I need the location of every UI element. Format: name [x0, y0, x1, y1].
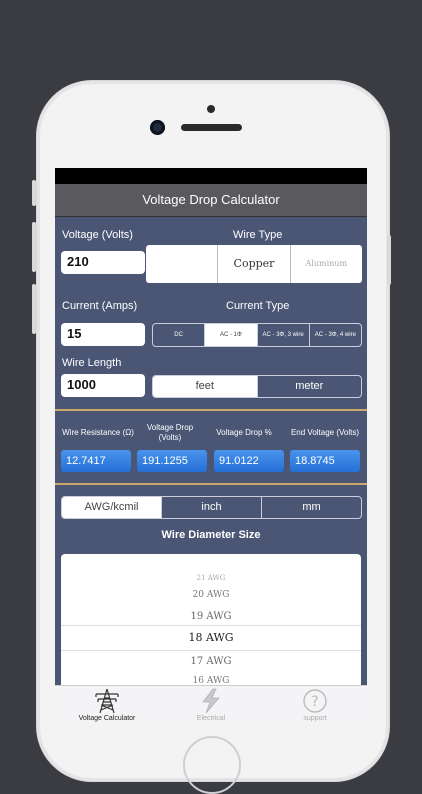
picker-item-selected[interactable]: 18 AWG [61, 631, 361, 644]
svg-text:?: ? [311, 694, 318, 710]
end-voltage-value: 18.8745 [290, 450, 360, 472]
tab-support[interactable]: ? support [263, 686, 367, 723]
wire-type-option-copper[interactable]: Copper [217, 245, 289, 283]
voltage-input[interactable]: 210 [61, 251, 145, 274]
wire-resistance-label: Wire Resistance (Ω) [62, 428, 134, 437]
tab-label: Electrical [196, 715, 226, 722]
app-screen: Voltage Drop Calculator Voltage (Volts) … [55, 168, 367, 723]
question-mark-icon: ? [303, 689, 327, 713]
wire-diameter-title: Wire Diameter Size [161, 529, 261, 541]
front-camera [150, 120, 165, 135]
volume-up-button [32, 222, 36, 272]
length-unit-feet[interactable]: feet [153, 376, 257, 397]
power-button [387, 235, 391, 285]
end-voltage-label: End Voltage (Volts) [290, 428, 360, 437]
volume-down-button [32, 284, 36, 334]
current-type-dc[interactable]: DC [153, 324, 204, 346]
current-type-ac-three-3wire[interactable]: AC - 3Φ, 3 wire [256, 324, 309, 346]
picker-item[interactable]: 21 AWG [61, 574, 361, 582]
wire-length-input[interactable]: 1000 [61, 374, 145, 397]
voltage-label: Voltage (Volts) [62, 229, 133, 241]
length-unit-selector[interactable]: feet meter [152, 375, 362, 398]
picker-item[interactable]: 19 AWG [61, 611, 361, 622]
wire-type-option-aluminum[interactable]: Aluminum [289, 245, 362, 283]
wire-type-label: Wire Type [233, 229, 283, 241]
tab-label: support [303, 715, 327, 722]
tab-bar: Voltage Calculator Electrical ? support [55, 685, 367, 723]
voltage-drop-label: Voltage Drop (Volts) [146, 423, 194, 442]
wire-resistance-value: 12.7417 [61, 450, 131, 472]
wire-length-label: Wire Length [62, 357, 122, 369]
voltage-drop-pct-label: Voltage Drop % [216, 428, 272, 437]
power-tower-icon [95, 688, 119, 714]
status-bar [55, 168, 367, 184]
section-divider [55, 483, 367, 485]
wire-type-selector[interactable]: Copper Aluminum [146, 245, 362, 283]
size-unit-mm[interactable]: mm [261, 497, 361, 518]
voltage-drop-value: 191.1255 [137, 450, 207, 472]
section-divider [55, 409, 367, 411]
current-label: Current (Amps) [62, 300, 138, 312]
picker-item[interactable]: 17 AWG [61, 656, 361, 667]
picker-item[interactable]: 20 AWG [61, 590, 361, 600]
current-type-selector[interactable]: DC AC - 1Φ AC - 3Φ, 3 wire AC - 3Φ, 4 wi… [152, 323, 362, 347]
size-unit-inch[interactable]: inch [161, 497, 261, 518]
tab-voltage-calculator[interactable]: Voltage Calculator [55, 686, 159, 723]
current-type-ac-three-4wire[interactable]: AC - 3Φ, 4 wire [308, 324, 361, 346]
size-unit-selector[interactable]: AWG/kcmil inch mm [61, 496, 362, 519]
size-unit-awg[interactable]: AWG/kcmil [62, 497, 161, 518]
wire-size-picker[interactable]: 21 AWG 20 AWG 19 AWG 18 AWG 17 AWG 16 AW… [61, 554, 361, 694]
current-input[interactable]: 15 [61, 323, 145, 346]
voltage-drop-pct-value: 91.0122 [214, 450, 284, 472]
mute-switch [32, 180, 36, 206]
tab-label: Voltage Calculator [78, 715, 136, 722]
current-type-label: Current Type [226, 300, 290, 312]
page-title: Voltage Drop Calculator [55, 184, 367, 217]
home-button[interactable] [183, 736, 241, 794]
lightning-icon [202, 688, 220, 714]
wire-type-option-blank[interactable] [146, 245, 217, 283]
proximity-sensor [207, 105, 215, 113]
tab-electrical[interactable]: Electrical [159, 686, 263, 723]
length-unit-meter[interactable]: meter [256, 376, 362, 397]
current-type-ac-single[interactable]: AC - 1Φ [204, 324, 257, 346]
earpiece-speaker [181, 124, 242, 131]
